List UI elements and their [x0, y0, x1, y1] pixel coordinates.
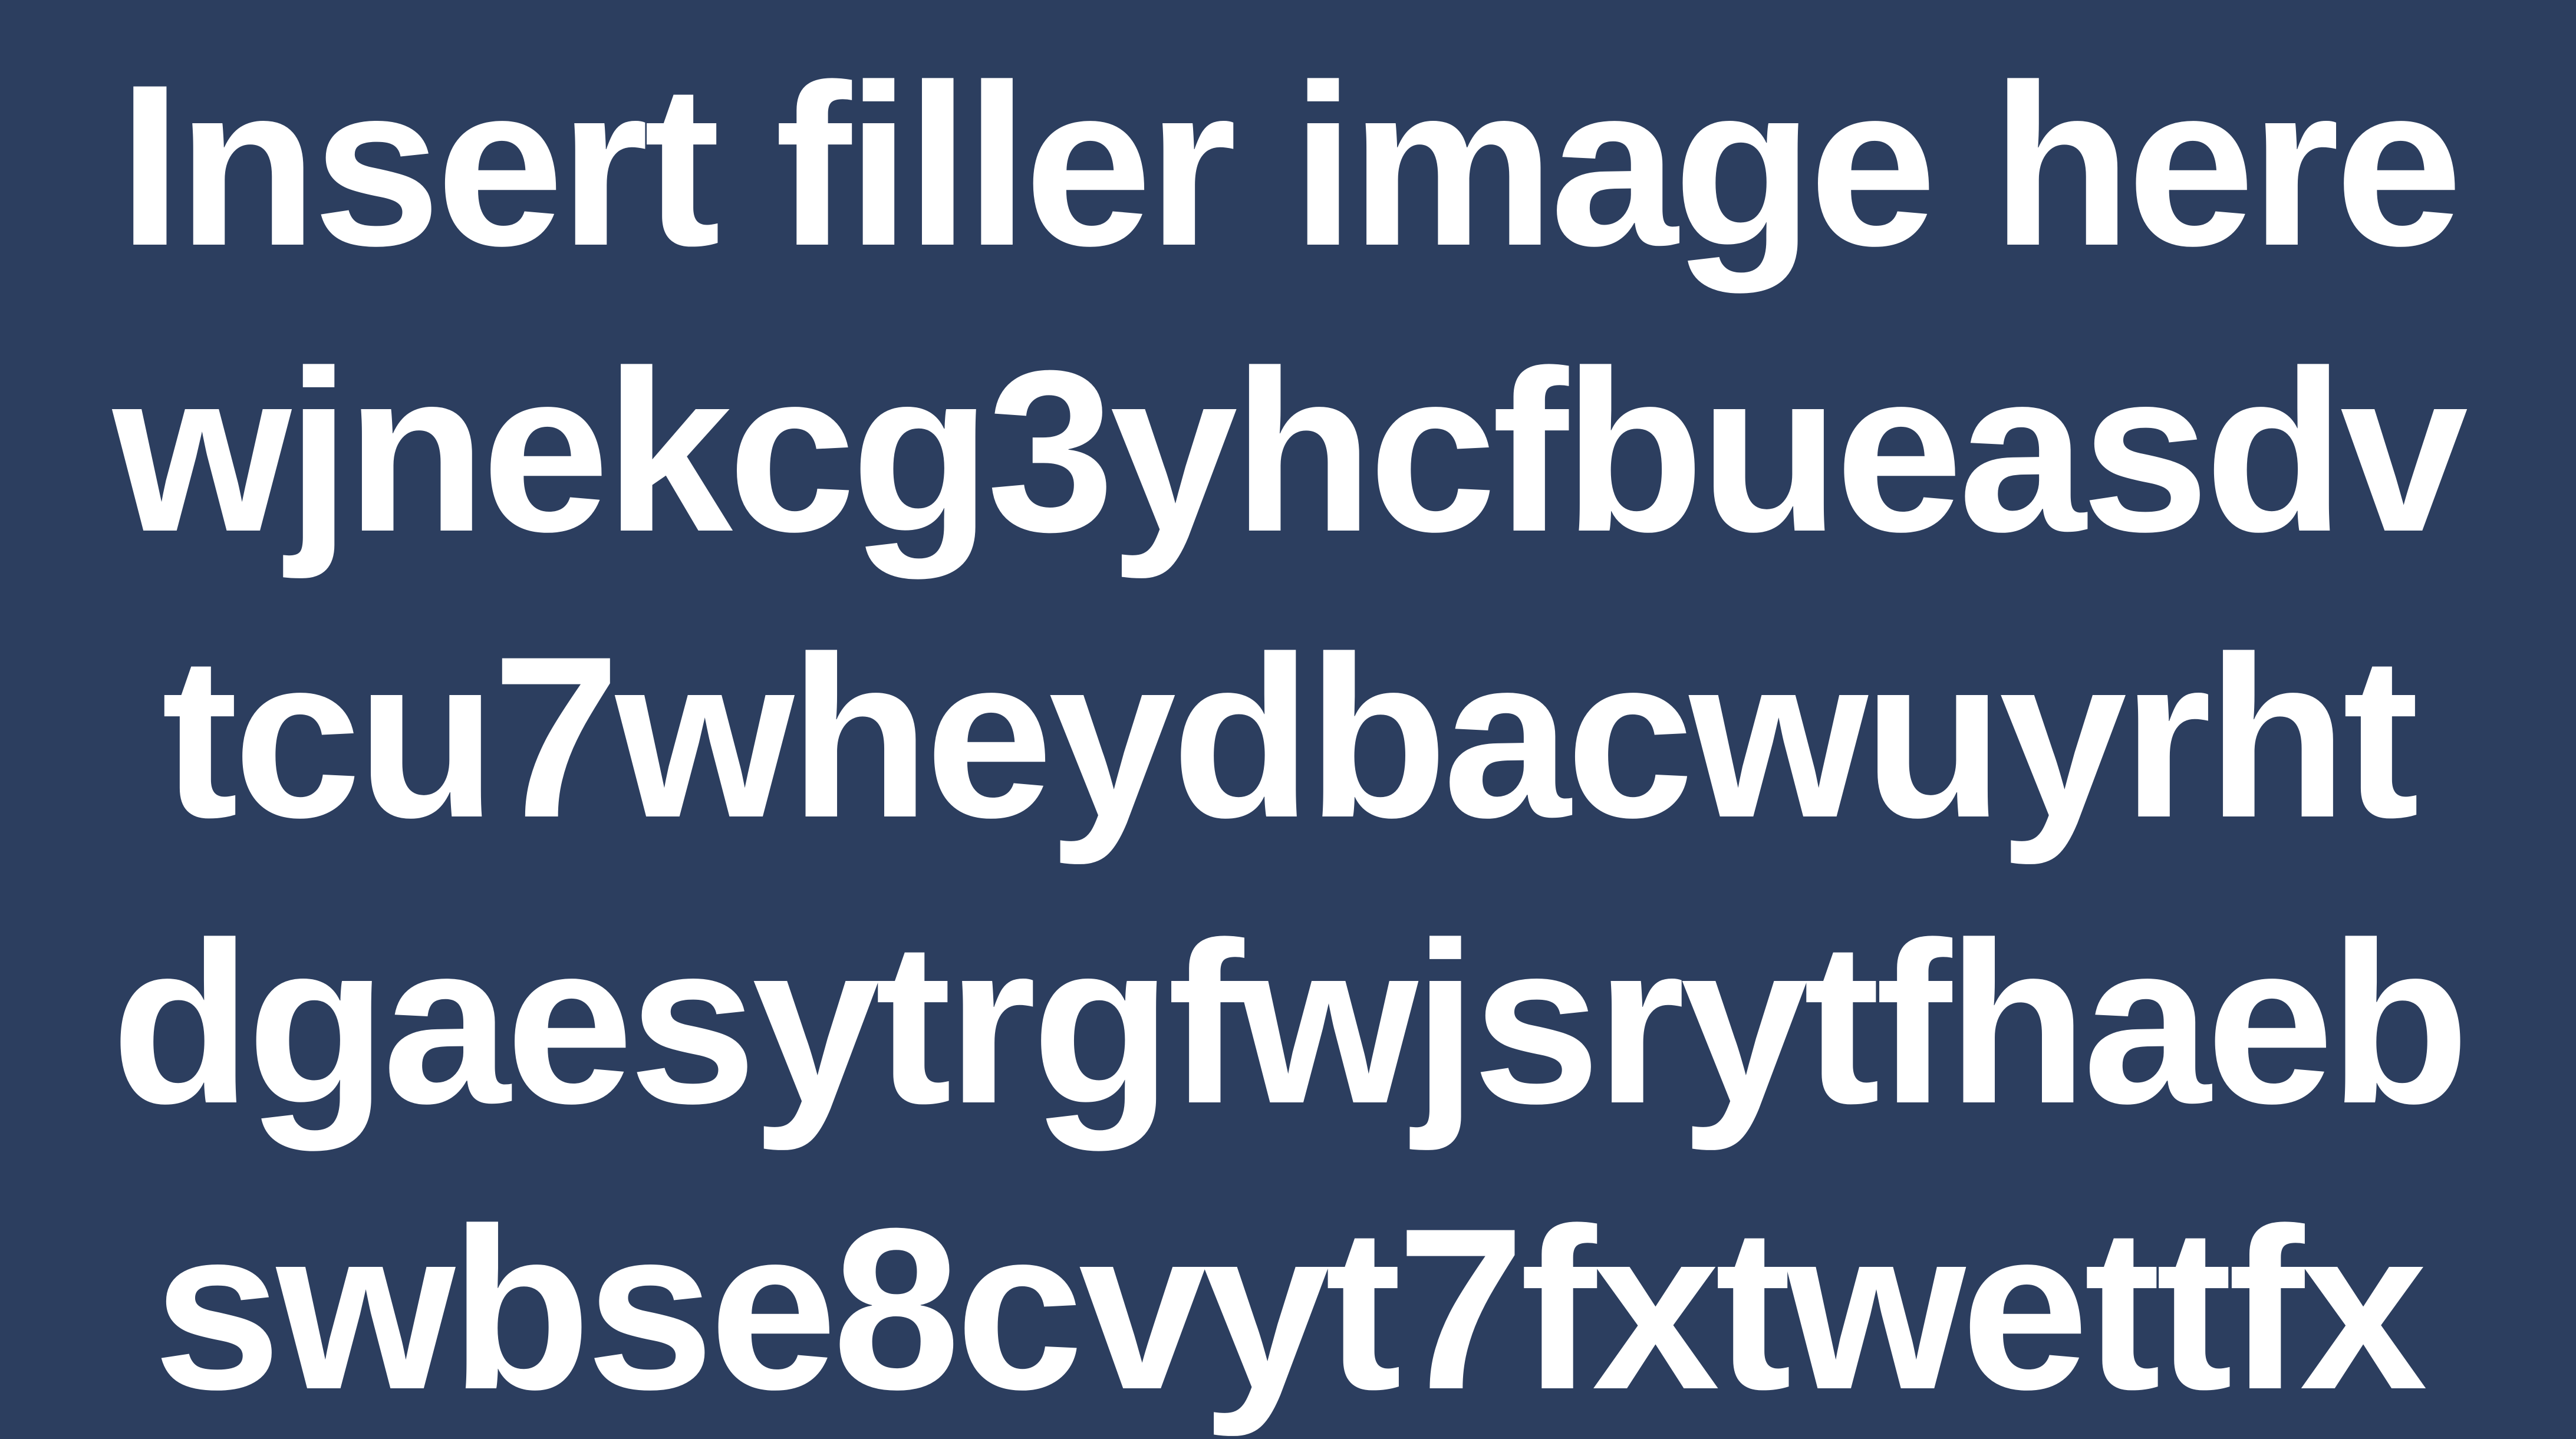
filler-text-line-3: tcu7wheydbacwuyrht — [162, 608, 2419, 865]
filler-text-line-4: dgaesytrgfwjsrytfhaeb — [111, 894, 2469, 1151]
filler-text-line-1: Insert filler image here — [118, 37, 2463, 294]
filler-text-line-2: wjnekcg3yhcfbueasdv — [113, 322, 2468, 579]
filler-text-line-5: swbse8cvyt7fxtwettfx — [153, 1180, 2427, 1437]
filler-canvas: Insert filler image here wjnekcg3yhcfbue… — [0, 0, 2576, 1439]
